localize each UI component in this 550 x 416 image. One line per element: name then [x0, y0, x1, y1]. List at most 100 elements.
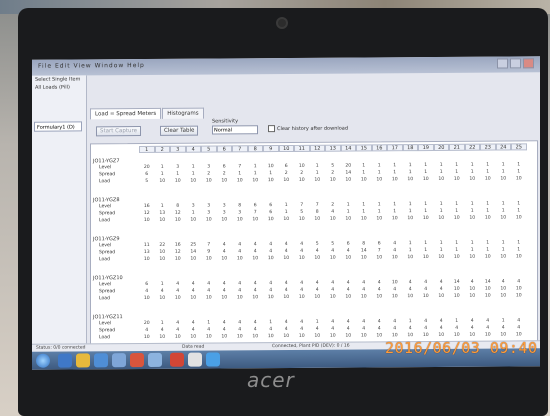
table-cell: 10: [236, 295, 243, 301]
group-title: JO11-YGZ10: [93, 275, 123, 282]
table-cell: 10: [267, 178, 274, 184]
table-cell: 1: [501, 169, 505, 175]
table-cell: 5: [145, 178, 149, 184]
table-cell: 10: [221, 178, 228, 184]
table-cell: 4: [377, 280, 381, 286]
table-cell: 14: [453, 279, 460, 285]
table-cell: 1: [315, 163, 319, 169]
table-cell: 6: [269, 210, 273, 216]
column-header: 13: [325, 144, 341, 152]
table-cell: 2: [331, 202, 335, 208]
table-cell: 4: [176, 288, 180, 294]
table-cell: 1: [377, 170, 381, 176]
start-button-icon[interactable]: [36, 353, 50, 368]
column-header: 17: [387, 144, 403, 152]
table-cell: 2: [300, 170, 304, 176]
status-center: Data read: [182, 344, 205, 350]
table-cell: 3: [238, 210, 242, 216]
word-icon[interactable]: [112, 353, 126, 368]
left-tab-formulary[interactable]: Formulary1 (D): [34, 121, 82, 132]
table-cell: 10: [360, 255, 367, 261]
table-cell: 4: [145, 327, 149, 333]
table-cell: 1: [191, 210, 195, 216]
table-cell: 4: [517, 279, 521, 285]
column-header: 14: [340, 144, 356, 152]
table-cell: 7: [315, 202, 319, 208]
tab-histograms[interactable]: Histograms: [162, 107, 204, 119]
table-cell: 2: [207, 171, 211, 177]
table-cell: 10: [500, 293, 507, 299]
table-cell: 1: [424, 163, 428, 169]
tab-load-spread[interactable]: Load = Spread Meters: [90, 107, 162, 120]
left-item-loads[interactable]: All Loads (Pill): [32, 83, 86, 91]
table-cell: 4: [439, 286, 443, 292]
table-cell: 1: [470, 240, 474, 246]
table-cell: 1: [284, 202, 288, 209]
menu-bar[interactable]: File Edit View Window Help: [38, 62, 145, 70]
app3-icon[interactable]: [206, 352, 220, 367]
row-label: Level: [99, 243, 112, 249]
maximize-button[interactable]: [510, 58, 521, 69]
table-cell: 10: [422, 216, 429, 222]
chrome-icon[interactable]: [130, 352, 144, 368]
table-cell: 1: [501, 247, 505, 253]
group-title: JO11-YGZ7: [93, 158, 120, 165]
table-cell: 10: [283, 294, 290, 301]
table-cell: 10: [453, 286, 460, 292]
table-cell: 10: [221, 295, 228, 301]
table-cell: 10: [143, 217, 150, 223]
table-cell: 10: [298, 255, 305, 261]
table-cell: 10: [159, 249, 166, 255]
table-cell: 1: [408, 319, 412, 325]
table-cell: 1: [455, 169, 459, 175]
table-cell: 10: [283, 216, 290, 223]
table-cell: 4: [315, 287, 319, 293]
table-cell: 1: [408, 163, 412, 169]
minimize-button[interactable]: [497, 58, 508, 69]
table-cell: 2: [331, 170, 335, 176]
table-cell: 10: [329, 333, 336, 339]
table-cell: 4: [269, 242, 273, 248]
table-cell: 1: [486, 240, 490, 246]
table-cell: 1: [501, 201, 505, 207]
table-cell: 10: [267, 164, 274, 170]
folder-icon[interactable]: [76, 353, 90, 368]
table-cell: 10: [360, 333, 367, 339]
clear-table-button[interactable]: Clear Table: [160, 125, 199, 136]
checkbox-icon: [268, 125, 275, 133]
table-cell: 10: [252, 334, 259, 340]
media-icon[interactable]: [94, 353, 108, 368]
app-icon[interactable]: [148, 352, 162, 367]
table-cell: 4: [300, 287, 304, 293]
start-capture-button[interactable]: Start Capture: [96, 126, 142, 137]
table-cell: 1: [455, 208, 459, 214]
table-cell: 4: [176, 320, 180, 326]
table-cell: 1: [176, 171, 180, 177]
table-cell: 10: [376, 216, 383, 222]
table-cell: 8: [362, 241, 366, 247]
table-cell: 4: [501, 279, 505, 285]
tab-strip: Load = Spread Meters Histograms: [90, 107, 204, 120]
table-cell: 1: [424, 202, 428, 208]
table-cell: 4: [300, 248, 304, 254]
column-header: 16: [371, 144, 387, 152]
table-cell: 4: [517, 325, 521, 331]
table-cell: 10: [314, 177, 321, 183]
table-cell: 10: [252, 178, 259, 184]
clear-history-checkbox[interactable]: Clear history after download: [268, 125, 348, 133]
acrobat-icon[interactable]: [170, 352, 184, 367]
table-cell: 1: [393, 209, 397, 215]
sensitivity-select[interactable]: Normal: [212, 125, 258, 135]
app2-icon[interactable]: [188, 352, 202, 367]
table-cell: 1: [284, 209, 288, 216]
table-header: 1 2 3 4 5 6 7 8 9 10 11 12 13 14 15 16 17 18 19 20 21 22 23 24 2…: [139, 143, 527, 154]
photo-timestamp: 2016/06/03 09:40: [385, 339, 538, 357]
close-button[interactable]: [523, 58, 534, 69]
column-header: 22: [464, 143, 480, 151]
ie-icon[interactable]: [58, 353, 72, 368]
table-cell: 1: [191, 171, 195, 177]
table-cell: 1: [439, 240, 443, 246]
table-cell: 4: [315, 326, 319, 332]
table-cell: 1: [470, 201, 474, 207]
table-cell: 4: [253, 281, 257, 287]
